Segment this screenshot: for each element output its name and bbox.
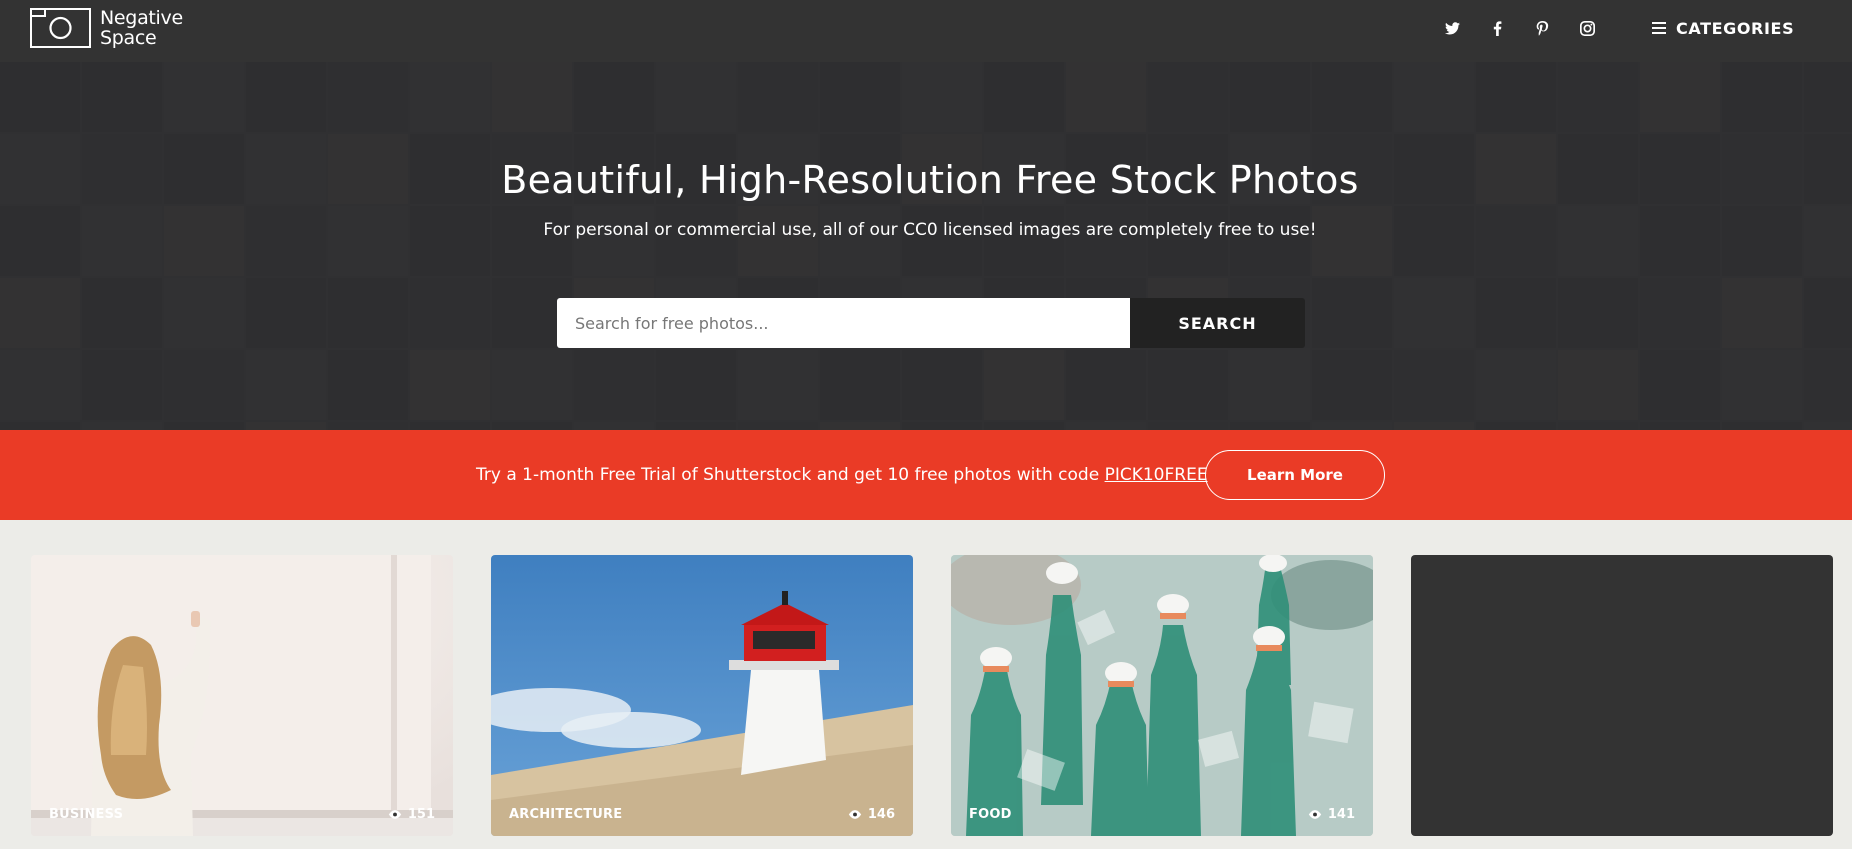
camera-logo-icon [30, 8, 91, 48]
card-view-count: 151 [407, 807, 435, 822]
card-view-count: 146 [867, 807, 895, 822]
ad-placeholder-card [1411, 555, 1833, 836]
hero-subtitle: For personal or commercial use, all of o… [543, 220, 1317, 240]
whiteboard-woman-photo [31, 555, 453, 836]
hamburger-icon [1652, 22, 1666, 34]
social-links [1440, 16, 1599, 40]
card-views: 151 [388, 807, 435, 822]
search-button[interactable]: SEARCH [1130, 298, 1305, 348]
photo-card[interactable]: BUSINESS 151 [31, 555, 453, 836]
instagram-icon[interactable] [1575, 16, 1599, 40]
card-category[interactable]: ARCHITECTURE [509, 807, 622, 822]
twitter-icon[interactable] [1440, 16, 1464, 40]
facebook-icon[interactable] [1485, 16, 1509, 40]
site-header: Negative Space CATEGORIES [0, 0, 1852, 62]
learn-more-button[interactable]: Learn More [1205, 450, 1385, 500]
glass-bottles-photo [951, 555, 1373, 836]
lighthouse-photo [491, 555, 913, 836]
eye-icon [848, 810, 861, 819]
logo-line-2: Space [100, 27, 157, 49]
pinterest-icon[interactable] [1530, 16, 1554, 40]
logo-line-1: Negative [100, 7, 183, 29]
promo-message: Try a 1-month Free Trial of Shutterstock… [476, 465, 1105, 485]
hero-title: Beautiful, High-Resolution Free Stock Ph… [501, 158, 1359, 202]
card-category[interactable]: FOOD [969, 807, 1012, 822]
card-views: 141 [1308, 807, 1355, 822]
categories-menu-button[interactable]: CATEGORIES [1652, 14, 1794, 42]
promo-text: Try a 1-month Free Trial of Shutterstock… [476, 465, 1208, 485]
logo-link[interactable]: Negative Space [30, 8, 183, 48]
photo-grid: BUSINESS 151 ARCHITECTURE 146 FOOD 141 [31, 555, 1833, 836]
hero-section: Beautiful, High-Resolution Free Stock Ph… [0, 62, 1852, 430]
promo-banner: Try a 1-month Free Trial of Shutterstock… [0, 430, 1852, 520]
logo-text: Negative Space [100, 8, 183, 48]
photo-card[interactable]: FOOD 141 [951, 555, 1373, 836]
photo-card[interactable]: ARCHITECTURE 146 [491, 555, 913, 836]
eye-icon [1308, 810, 1321, 819]
eye-icon [388, 810, 401, 819]
categories-label: CATEGORIES [1676, 18, 1795, 38]
card-view-count: 141 [1327, 807, 1355, 822]
card-views: 146 [848, 807, 895, 822]
promo-code-link[interactable]: PICK10FREE [1105, 465, 1208, 485]
card-category[interactable]: BUSINESS [49, 807, 123, 822]
search-input[interactable] [557, 298, 1130, 348]
